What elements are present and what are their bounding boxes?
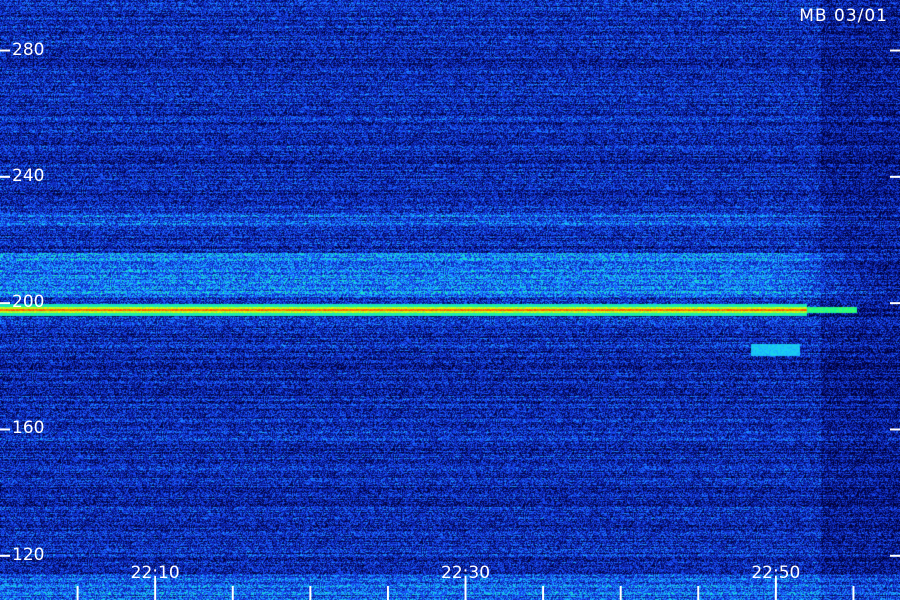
spectrogram-image xyxy=(0,0,900,600)
